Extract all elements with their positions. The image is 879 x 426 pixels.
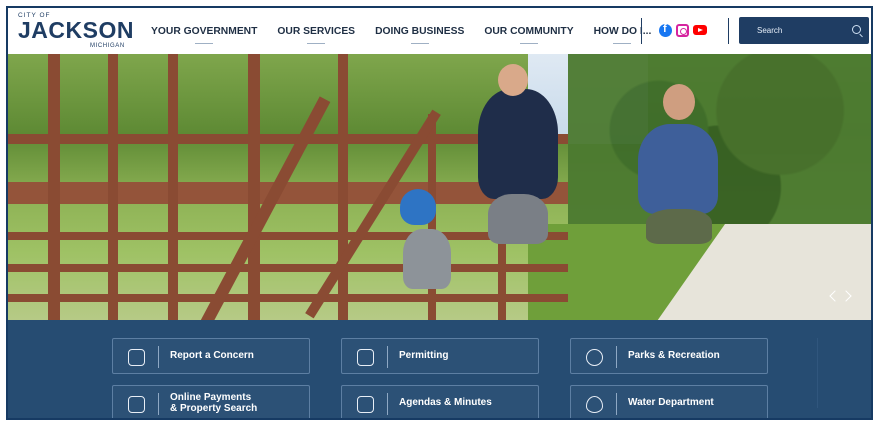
- quick-link-report-concern[interactable]: Report a Concern: [112, 338, 310, 374]
- city-logo[interactable]: CITY OF JACKSON MICHIGAN: [18, 12, 133, 50]
- quick-link-online-payments[interactable]: Online Payments & Property Search: [112, 385, 310, 418]
- hero-man: [478, 89, 558, 199]
- site-header: CITY OF JACKSON MICHIGAN YOUR GOVERNMENT…: [8, 8, 871, 54]
- quick-link-label: Parks & Recreation: [628, 350, 720, 362]
- nav-how-do-i[interactable]: HOW DO I...: [594, 8, 651, 54]
- hero-woman: [638, 124, 718, 214]
- hero-image: [8, 54, 871, 320]
- quick-link-divider: [158, 393, 159, 415]
- nav-our-services[interactable]: OUR SERVICES: [277, 8, 355, 54]
- nav-our-community[interactable]: OUR COMMUNITY: [484, 8, 574, 54]
- quick-link-divider: [616, 393, 617, 415]
- quick-links-section: Report a Concern Permitting Parks & Recr…: [8, 320, 871, 418]
- quick-link-divider: [387, 346, 388, 368]
- browser-frame: CITY OF JACKSON MICHIGAN YOUR GOVERNMENT…: [6, 6, 873, 420]
- main-nav: YOUR GOVERNMENT OUR SERVICES DOING BUSIN…: [151, 8, 671, 54]
- header-divider-left: [641, 18, 642, 44]
- header-divider-right: [728, 18, 729, 44]
- quick-link-permitting[interactable]: Permitting: [341, 338, 539, 374]
- quick-link-label-line2: & Property Search: [170, 403, 258, 414]
- chat-icon: [128, 349, 145, 366]
- quick-link-label: Water Department: [628, 397, 714, 409]
- quick-link-label: Online Payments & Property Search: [170, 392, 257, 415]
- water-drop-icon: [586, 396, 603, 413]
- home-search-icon: [128, 396, 145, 413]
- clipboard-icon: [357, 349, 374, 366]
- quick-link-divider: [387, 393, 388, 415]
- youtube-icon[interactable]: [693, 25, 707, 35]
- hero-man-head: [498, 64, 528, 96]
- quick-link-label: Report a Concern: [170, 350, 254, 362]
- instagram-icon[interactable]: [676, 24, 689, 37]
- calendar-icon: [357, 396, 374, 413]
- search-box: [739, 17, 869, 44]
- quick-link-label: Permitting: [399, 350, 449, 362]
- quick-link-divider: [616, 346, 617, 368]
- logo-jackson: JACKSON: [18, 17, 134, 43]
- hero-trees: [568, 54, 871, 244]
- hero-woman-shorts: [646, 209, 712, 244]
- quick-link-label-line1: Online Payments: [170, 391, 252, 403]
- basketball-icon: [586, 349, 603, 366]
- quick-link-label: Agendas & Minutes: [399, 397, 492, 409]
- search-input[interactable]: [739, 17, 839, 44]
- hero-woman-head: [663, 84, 695, 120]
- facebook-icon[interactable]: [659, 23, 672, 37]
- quick-link-agendas-minutes[interactable]: Agendas & Minutes: [341, 385, 539, 418]
- nav-doing-business[interactable]: DOING BUSINESS: [375, 8, 464, 54]
- quick-link-water-department[interactable]: Water Department: [570, 385, 768, 418]
- logo-michigan: MICHIGAN: [90, 43, 125, 49]
- nav-your-government[interactable]: YOUR GOVERNMENT: [151, 8, 257, 54]
- hero-man-shorts: [488, 194, 548, 244]
- search-icon[interactable]: [852, 25, 861, 34]
- quick-link-parks-recreation[interactable]: Parks & Recreation: [570, 338, 768, 374]
- hero-child: [403, 229, 451, 289]
- quick-link-divider: [158, 346, 159, 368]
- side-decoration: [817, 338, 847, 408]
- hero-child-helmet: [400, 189, 436, 225]
